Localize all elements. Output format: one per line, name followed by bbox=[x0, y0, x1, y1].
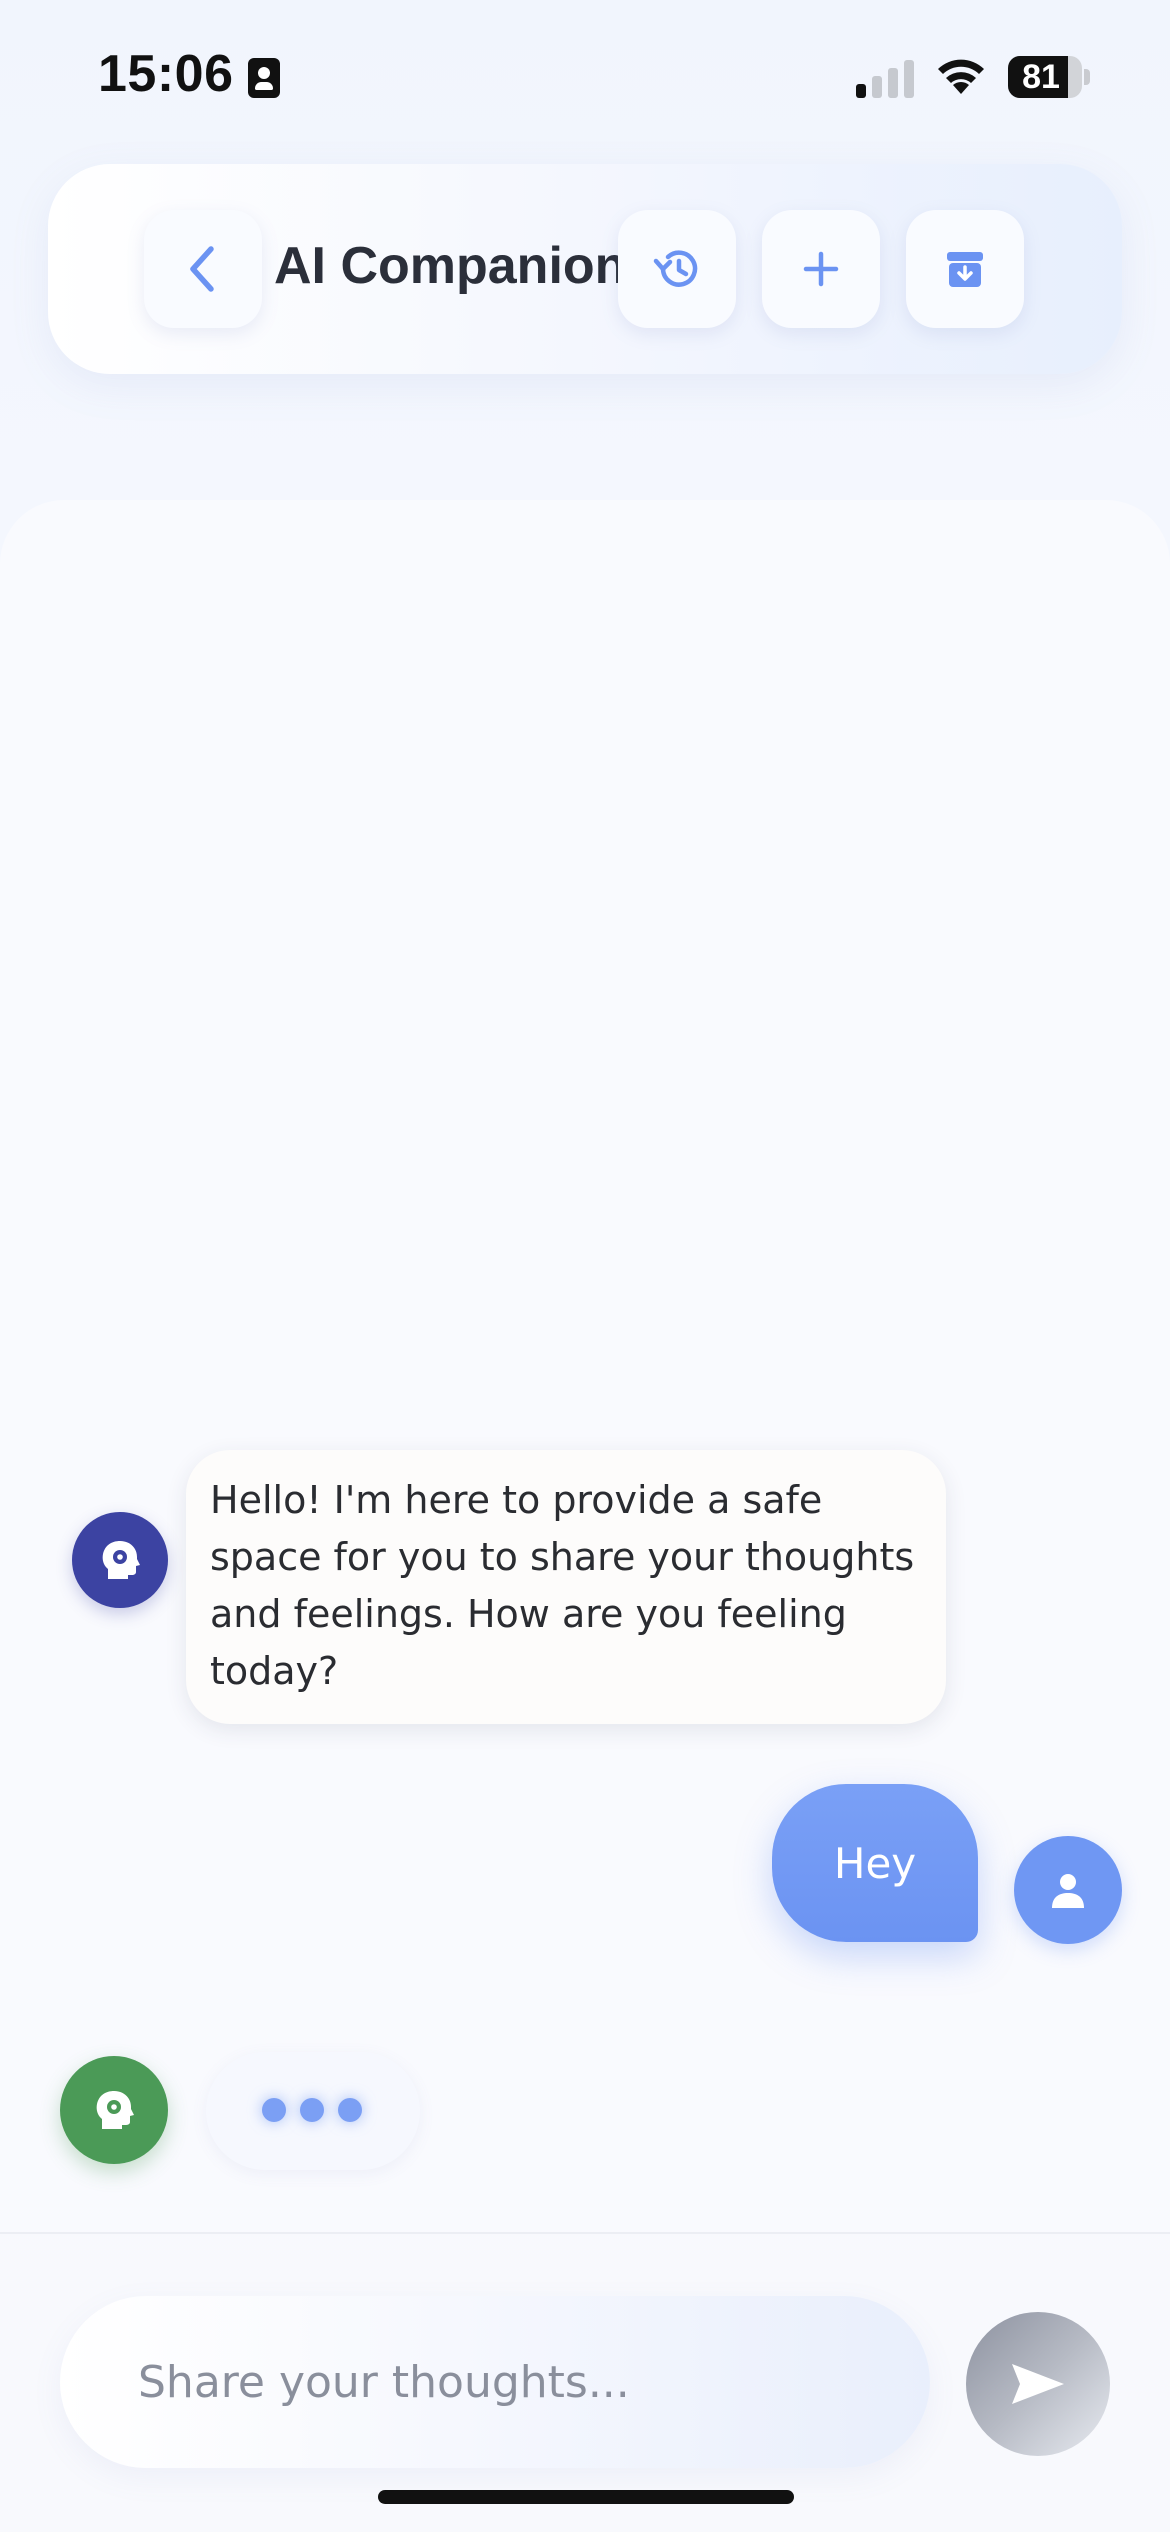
typing-dot bbox=[262, 2098, 286, 2122]
battery-icon: 81 bbox=[1008, 56, 1090, 98]
user-message-bubble: Hey bbox=[772, 1784, 978, 1942]
back-button[interactable] bbox=[144, 210, 262, 328]
message-line: today? bbox=[210, 1649, 339, 1693]
archive-button[interactable] bbox=[906, 210, 1024, 328]
new-chat-button[interactable] bbox=[762, 210, 880, 328]
person-icon bbox=[1052, 1874, 1084, 1908]
header-bar: AI Companion bbox=[48, 164, 1122, 374]
status-time: 15:06 bbox=[98, 45, 234, 103]
ai-avatar bbox=[72, 1512, 168, 1608]
contact-card-icon bbox=[248, 58, 280, 98]
cellular-signal-icon bbox=[856, 58, 914, 98]
history-button[interactable] bbox=[618, 210, 736, 328]
plus-icon bbox=[803, 251, 839, 287]
send-icon bbox=[1012, 2364, 1064, 2404]
wifi-icon bbox=[938, 59, 984, 94]
user-avatar bbox=[1014, 1836, 1122, 1944]
head-gear-icon bbox=[102, 1541, 140, 1579]
chevron-left-icon bbox=[190, 246, 214, 292]
divider bbox=[0, 2232, 1170, 2234]
typing-dot bbox=[338, 2098, 362, 2122]
history-icon bbox=[653, 250, 698, 287]
user-message-text: Hey bbox=[833, 1838, 917, 1888]
message-line: Hello! I'm here to provide a safe bbox=[210, 1478, 823, 1522]
typing-dot bbox=[300, 2098, 324, 2122]
status-bar: 15:06 81 bbox=[0, 0, 1170, 150]
send-button[interactable] bbox=[966, 2312, 1110, 2456]
message-input-container[interactable] bbox=[60, 2296, 930, 2468]
message-input[interactable] bbox=[138, 2296, 898, 2468]
head-gear-icon bbox=[96, 2091, 134, 2129]
home-indicator bbox=[378, 2490, 794, 2504]
chat-panel[interactable] bbox=[0, 500, 1170, 2234]
message-line: space for you to share your thoughts bbox=[210, 1535, 915, 1579]
message-line: and feelings. How are you feeling bbox=[210, 1592, 847, 1636]
typing-indicator bbox=[206, 2052, 420, 2170]
typing-avatar bbox=[60, 2056, 168, 2164]
battery-level: 81 bbox=[1022, 58, 1060, 96]
ai-message-bubble: Hello! I'm here to provide a safe space … bbox=[186, 1450, 946, 1724]
archive-download-icon bbox=[947, 252, 983, 287]
page-title: AI Companion bbox=[274, 237, 627, 295]
